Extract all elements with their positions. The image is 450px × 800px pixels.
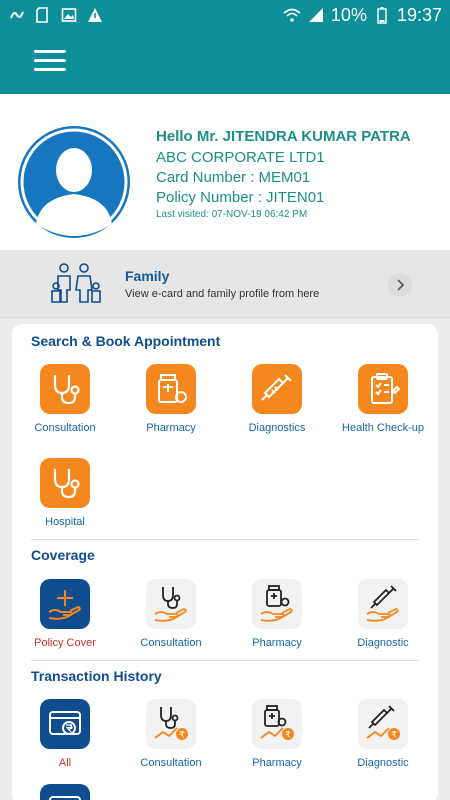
policy-number: Policy Number : JITEN01 <box>156 189 325 206</box>
wallet-card-icon <box>40 699 90 749</box>
stethoscope-icon <box>40 458 90 508</box>
transaction-pharmacy-tile[interactable]: ₹ Pharmacy <box>224 699 330 769</box>
svg-text:₹: ₹ <box>179 731 185 741</box>
battery-icon <box>373 6 391 24</box>
policy-cover-icon <box>40 579 90 629</box>
pharmacy-rupee-icon: ₹ <box>252 699 302 749</box>
section-divider <box>31 660 419 661</box>
family-title: Family <box>125 268 170 284</box>
family-subtitle: View e-card and family profile from here <box>125 288 320 300</box>
search-pharmacy-tile[interactable]: Pharmacy <box>118 364 224 434</box>
image-icon <box>60 6 78 24</box>
syringe-rupee-icon: ₹ <box>358 699 408 749</box>
section-divider <box>31 539 419 540</box>
wallet-card-icon <box>40 784 90 800</box>
services-card: Search & Book Appointment Consultation P… <box>12 324 438 800</box>
clipboard-icon <box>358 364 408 414</box>
search-consultation-tile[interactable]: Consultation <box>12 364 118 434</box>
stethoscope-hand-icon <box>146 579 196 629</box>
transaction-consultation-tile[interactable]: ₹ Consultation <box>118 699 224 769</box>
search-diagnostics-tile[interactable]: Diagnostics <box>224 364 330 434</box>
svg-text:₹: ₹ <box>285 731 291 741</box>
wifi-icon <box>283 6 301 24</box>
status-bar: 10% 19:37 <box>0 0 450 30</box>
avatar <box>18 126 130 238</box>
notification-icon <box>8 6 26 24</box>
coverage-pharmacy-tile[interactable]: Pharmacy <box>224 579 330 649</box>
greeting: Hello Mr. JITENDRA KUMAR PATRA <box>156 128 411 145</box>
coverage-diagnostic-tile[interactable]: Diagnostic <box>330 579 436 649</box>
last-visited: Last visited: 07-NOV-19 06:42 PM <box>156 209 308 220</box>
family-row[interactable]: Family View e-card and family profile fr… <box>0 250 450 318</box>
app-toolbar <box>0 30 450 94</box>
battery-percent: 10% <box>330 4 367 25</box>
transaction-next-tile[interactable] <box>12 784 118 800</box>
coverage-policy-cover-tile[interactable]: Policy Cover <box>12 579 118 649</box>
sd-card-icon <box>34 6 52 24</box>
transaction-history-title: Transaction History <box>31 668 162 684</box>
company-name: ABC CORPORATE LTD1 <box>156 149 325 166</box>
card-number: Card Number : MEM01 <box>156 169 311 186</box>
transaction-diagnostic-tile[interactable]: ₹ Diagnostic <box>330 699 436 769</box>
coverage-consultation-tile[interactable]: Consultation <box>118 579 224 649</box>
coverage-title: Coverage <box>31 547 95 563</box>
syringe-hand-icon <box>358 579 408 629</box>
warning-icon <box>86 6 104 24</box>
search-book-title: Search & Book Appointment <box>31 333 221 349</box>
signal-icon <box>307 6 325 24</box>
pharmacy-icon <box>146 364 196 414</box>
family-icon <box>50 262 102 304</box>
chevron-right-icon[interactable] <box>388 273 412 297</box>
clock: 19:37 <box>396 4 442 25</box>
stethoscope-icon <box>40 364 90 414</box>
pharmacy-hand-icon <box>252 579 302 629</box>
search-health-checkup-tile[interactable]: Health Check-up <box>330 364 436 434</box>
profile-section: Hello Mr. JITENDRA KUMAR PATRA ABC CORPO… <box>0 94 450 250</box>
search-hospital-tile[interactable]: Hospital <box>12 458 118 528</box>
svg-text:₹: ₹ <box>391 731 397 741</box>
hamburger-menu-button[interactable] <box>34 50 66 74</box>
stethoscope-rupee-icon: ₹ <box>146 699 196 749</box>
syringe-icon <box>252 364 302 414</box>
transaction-all-tile[interactable]: All <box>12 699 118 769</box>
